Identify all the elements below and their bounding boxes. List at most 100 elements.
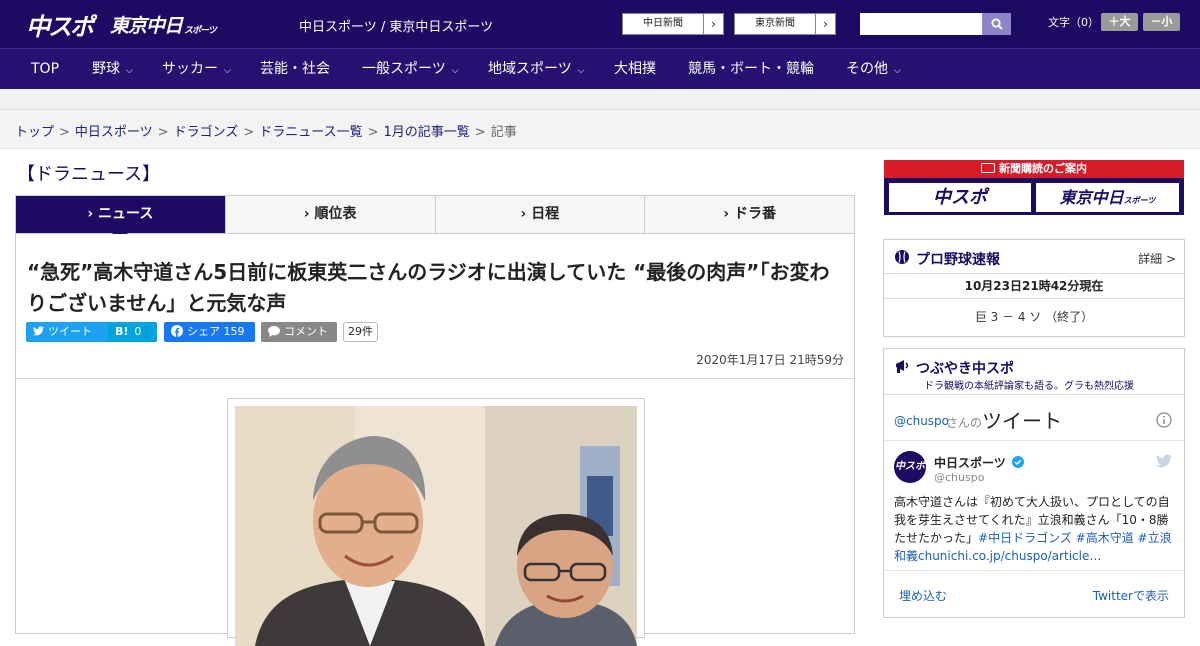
breadcrumb-current: 記事 — [490, 125, 517, 140]
chevron-down-icon: ⌵ — [451, 66, 459, 76]
nav-item-local-sports[interactable]: 地域スポーツ ⌵ — [488, 49, 585, 90]
search-button[interactable] — [982, 13, 1011, 35]
breadcrumb-separator: > — [367, 125, 379, 140]
chevron-right-icon: › — [815, 14, 835, 34]
facebook-icon — [171, 325, 183, 337]
chevron-right-icon: › — [87, 206, 99, 222]
tweet-text: 高木守道さんは『初めて大人扱い、プロとしての自我を芽生えさせてくれた』立浪和義さ… — [894, 493, 1176, 565]
chuspo-logo[interactable]: 中スポ — [26, 9, 94, 41]
article-date: 2020年1月17日 21時59分 — [696, 353, 844, 367]
tsubuyaki-subtitle: ドラ観戦の本紙評論家も語る。グラも熱烈応援 — [924, 381, 1134, 392]
tab-dra-ban[interactable]: › ドラ番 — [644, 196, 854, 233]
chevron-down-icon: ⌵ — [894, 66, 901, 76]
twitter-handle-suffix: さんの — [946, 416, 983, 430]
breadcrumb-top[interactable]: トップ — [15, 125, 54, 140]
megaphone-icon — [896, 360, 909, 373]
embed-link[interactable]: 埋め込む — [899, 587, 947, 604]
pro-baseball-timestamp: 10月23日21時42分現在 — [884, 274, 1184, 299]
font-larger-button[interactable]: ＋大 — [1101, 13, 1138, 31]
tweet-account-name[interactable]: 中日スポーツ — [934, 454, 1006, 471]
tab-label: ドラ番 — [733, 206, 776, 222]
nav-item-sumo[interactable]: 大相撲 — [614, 49, 656, 90]
breadcrumb-dragons[interactable]: ドラゴンズ — [174, 125, 239, 140]
search-icon — [991, 18, 1003, 30]
photo-image — [235, 406, 637, 646]
tab-label: 順位表 — [314, 206, 357, 222]
tweet-label: ツイート — [48, 325, 92, 338]
nav-item-baseball[interactable]: 野球 ⌵ — [92, 49, 133, 90]
nav-item-top[interactable]: TOP — [31, 49, 59, 90]
tokyo-chunichi-logo-small: スポーツ — [184, 25, 217, 36]
tsubuyaki-widget: つぶやき中スポ ドラ観戦の本紙評論家も語る。グラも熱烈応援 @chuspo さん… — [883, 348, 1185, 618]
nav-item-racing[interactable]: 競馬・ボート・競輪 — [688, 49, 814, 90]
tab-schedule[interactable]: › 日程 — [434, 196, 645, 233]
tsubuyaki-header: つぶやき中スポ ドラ観戦の本紙評論家も語る。グラも熱烈応援 — [884, 349, 1184, 395]
avatar[interactable]: 中スポ — [894, 451, 926, 483]
chunichi-shimbun-label: 中日新聞 — [643, 18, 683, 29]
speech-bubble-icon — [268, 326, 280, 337]
tokyo-shimbun-label: 東京新聞 — [755, 18, 795, 29]
comment-button[interactable]: コメント — [261, 322, 337, 342]
twitter-handle-link[interactable]: @chuspo — [894, 414, 949, 428]
facebook-share-label: シェア — [187, 325, 220, 338]
tab-standings[interactable]: › 順位表 — [224, 196, 435, 233]
breadcrumb-dra-news-list[interactable]: ドラニュース一覧 — [259, 125, 362, 140]
breadcrumb-separator: > — [59, 125, 70, 140]
hatena-icon: B! — [115, 325, 129, 338]
search-input[interactable] — [860, 13, 982, 35]
subscription-banner[interactable]: 新聞購読のご案内 中スポ 東京中日スポーツ — [884, 160, 1184, 215]
tweet-button[interactable]: ツイート — [26, 322, 111, 342]
subscription-banner-title: 新聞購読のご案内 — [884, 160, 1184, 178]
tokyo-chunichi-logo-text: 東京中日 — [110, 14, 183, 37]
breadcrumb-separator: > — [243, 125, 255, 140]
twitter-tweets-label: ツイート — [982, 409, 1062, 433]
nav-item-entertainment[interactable]: 芸能・社会 — [260, 49, 330, 90]
verified-badge-icon — [1012, 456, 1024, 468]
chevron-right-icon: › — [520, 206, 532, 222]
chevron-down-icon: ⌵ — [577, 66, 585, 76]
breadcrumb-chunichi-sports[interactable]: 中日スポーツ — [75, 125, 153, 140]
comment-label: コメント — [284, 325, 328, 338]
tab-news[interactable]: › ニュース — [16, 196, 225, 241]
pro-baseball-title: プロ野球速報 — [916, 252, 1000, 268]
tokyo-chunichi-label: 東京中日 — [1059, 188, 1124, 207]
pro-baseball-header: プロ野球速報 詳細 > — [884, 240, 1184, 274]
nav-item-other[interactable]: その他 ⌵ — [846, 49, 901, 90]
view-on-twitter-link[interactable]: Twitterで表示 — [1093, 587, 1169, 604]
nav-label: 地域スポーツ — [488, 61, 572, 77]
pro-baseball-detail-link[interactable]: 詳細 > — [1138, 250, 1176, 267]
subscribe-tokyo-chunichi-button[interactable]: 東京中日スポーツ — [1036, 183, 1179, 212]
site-title: 中日スポーツ / 東京中日スポーツ — [299, 20, 494, 35]
main-nav: TOP 野球 ⌵ サッカー ⌵ 芸能・社会 一般スポーツ ⌵ 地域スポーツ ⌵ 大相撲 … — [0, 48, 1200, 89]
nav-item-soccer[interactable]: サッカー ⌵ — [162, 49, 231, 90]
section-title: 【ドラニュース】 — [17, 164, 161, 185]
facebook-share-count: 159 — [223, 325, 245, 338]
tokyo-shimbun-link[interactable]: 東京新聞 › — [734, 13, 836, 35]
font-smaller-button[interactable]: －小 — [1143, 13, 1180, 31]
article-photo[interactable] — [227, 398, 645, 646]
nav-label: 競馬・ボート・競輪 — [688, 61, 814, 77]
nav-label: サッカー — [162, 61, 218, 77]
tweet-account-handle[interactable]: @chuspo — [934, 471, 984, 484]
nav-label: 野球 — [92, 61, 120, 77]
pro-baseball-score[interactable]: 巨 3 － 4 ソ （終了） — [884, 299, 1184, 336]
info-icon[interactable] — [1156, 412, 1172, 428]
font-size-label: 文字（0） — [1048, 16, 1099, 29]
nav-label: 大相撲 — [614, 61, 656, 77]
nav-label: 一般スポーツ — [362, 61, 446, 77]
hatena-bookmark-button[interactable]: B! 0 — [108, 322, 157, 342]
tokyo-chunichi-small: スポーツ — [1123, 196, 1156, 205]
baseball-icon — [895, 250, 909, 264]
breadcrumb-january-list[interactable]: 1月の記事一覧 — [384, 125, 470, 140]
twitter-bird-icon — [33, 326, 44, 336]
dra-tabs: › ニュース › 順位表 › 日程 › ドラ番 — [15, 195, 855, 241]
tokyo-chunichi-logo[interactable]: 東京中日 スポーツ — [110, 9, 217, 39]
nav-item-general-sports[interactable]: 一般スポーツ ⌵ — [362, 49, 459, 90]
facebook-share-button[interactable]: シェア 159 — [164, 322, 255, 342]
portrait-photo — [235, 406, 637, 646]
subscribe-chuspo-button[interactable]: 中スポ — [889, 183, 1031, 212]
nav-label: TOP — [31, 61, 60, 77]
chunichi-shimbun-link[interactable]: 中日新聞 › — [622, 13, 724, 35]
article-headline: “急死”高木守道さん5日前に板東英二さんのラジオに出演していた “最後の肉声”「… — [27, 260, 830, 315]
tweet-card[interactable]: 中スポ 中日スポーツ @chuspo 高木守道さんは『初めて大人扱い、プロとして… — [884, 441, 1184, 571]
